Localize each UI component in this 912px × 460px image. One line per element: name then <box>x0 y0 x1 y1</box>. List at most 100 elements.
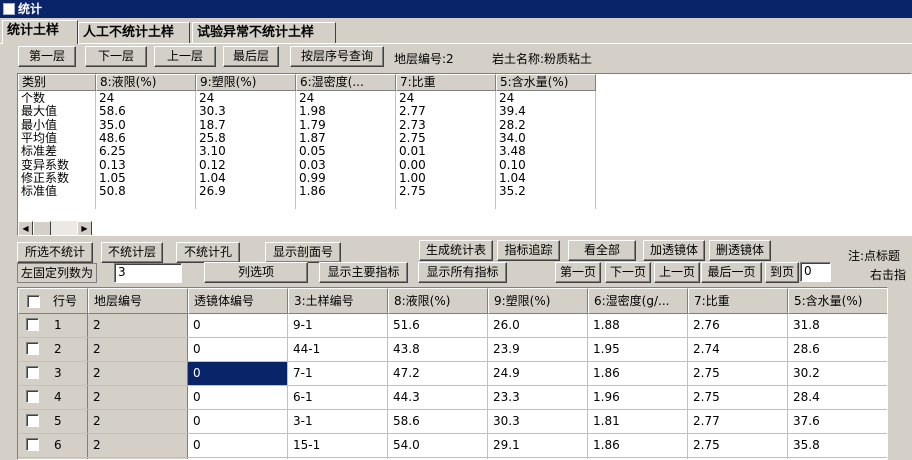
cell-wet-density[interactable]: 1.86 <box>588 434 688 457</box>
cell-water-content[interactable]: 28.6 <box>788 338 887 361</box>
cell-row-number[interactable]: 5 <box>18 410 88 433</box>
prev-page-button[interactable]: 上一页 <box>654 262 700 283</box>
stat-header-category[interactable]: 类别 <box>18 74 96 91</box>
cell-row-number[interactable]: 6 <box>18 434 88 457</box>
goto-page-button[interactable]: 到页 <box>765 262 799 283</box>
grid-header-layer-number[interactable]: 地层编号 <box>88 288 188 314</box>
index-trace-button[interactable]: 指标追踪 <box>497 240 560 261</box>
stat-header-liquid-limit[interactable]: 8:液限(%) <box>96 74 196 91</box>
cell-water-content[interactable]: 28.4 <box>788 386 887 409</box>
exclude-hole-button[interactable]: 不统计孔 <box>176 242 240 263</box>
cell-plastic-limit[interactable]: 30.3 <box>488 410 588 433</box>
grid-header-lens-number[interactable]: 透镜体编号 <box>188 288 288 314</box>
show-section-button[interactable]: 显示剖面号 <box>265 242 341 263</box>
statistics-table[interactable]: 类别 8:液限(%) 9:塑限(%) 6:湿密度(... 7:比重 5:含水量(… <box>17 73 912 236</box>
fixed-columns-input[interactable]: 3 <box>114 263 182 283</box>
cell-specific-gravity[interactable]: 2.75 <box>688 434 788 457</box>
cell-wet-density[interactable]: 1.96 <box>588 386 688 409</box>
stat-horizontal-scrollbar[interactable]: ◀ ▶ <box>18 221 92 235</box>
cell-sample-number[interactable]: 15-1 <box>288 434 388 457</box>
cell-lens-number[interactable]: 0 <box>188 338 288 361</box>
cell-lens-number[interactable]: 0 <box>188 410 288 433</box>
cell-liquid-limit[interactable]: 47.2 <box>388 362 488 385</box>
table-row[interactable]: 5 2 0 3-1 58.6 30.3 1.81 2.77 37.6 <box>18 410 887 434</box>
row-checkbox[interactable] <box>26 342 39 355</box>
cell-sample-number[interactable]: 44-1 <box>288 338 388 361</box>
stat-header-specific-gravity[interactable]: 7:比重 <box>396 74 496 91</box>
cell-water-content[interactable]: 30.2 <box>788 362 887 385</box>
cell-specific-gravity[interactable]: 2.75 <box>688 362 788 385</box>
cell-plastic-limit[interactable]: 23.3 <box>488 386 588 409</box>
scroll-right-icon[interactable]: ▶ <box>77 221 92 235</box>
cell-water-content[interactable]: 35.8 <box>788 434 887 457</box>
next-page-button[interactable]: 下一页 <box>605 262 651 283</box>
cell-row-number[interactable]: 4 <box>18 386 88 409</box>
tab-test-abnormal-excluded[interactable]: 试验异常不统计土样 <box>192 22 336 44</box>
stat-header-water-content[interactable]: 5:含水量(%) <box>496 74 596 91</box>
table-row[interactable]: 1 2 0 9-1 51.6 26.0 1.88 2.76 31.8 <box>18 314 887 338</box>
cell-sample-number[interactable]: 6-1 <box>288 386 388 409</box>
row-checkbox[interactable] <box>26 318 39 331</box>
query-by-layer-button[interactable]: 按层序号查询 <box>290 46 384 67</box>
cell-specific-gravity[interactable]: 2.77 <box>688 410 788 433</box>
first-layer-button[interactable]: 第一层 <box>18 46 76 67</box>
tab-stat-samples[interactable]: 统计土样 <box>2 20 78 44</box>
first-page-button[interactable]: 第一页 <box>555 262 601 283</box>
cell-water-content[interactable]: 37.6 <box>788 410 887 433</box>
cell-row-number[interactable]: 1 <box>18 314 88 337</box>
scroll-thumb[interactable] <box>33 221 51 235</box>
row-checkbox[interactable] <box>26 366 39 379</box>
cell-sample-number[interactable]: 9-1 <box>288 314 388 337</box>
exclude-layer-button[interactable]: 不统计层 <box>101 242 163 263</box>
cell-layer-number[interactable]: 2 <box>88 338 188 361</box>
generate-stat-table-button[interactable]: 生成统计表 <box>419 240 493 261</box>
table-row[interactable]: 2 2 0 44-1 43.8 23.9 1.95 2.74 28.6 <box>18 338 887 362</box>
cell-liquid-limit[interactable]: 54.0 <box>388 434 488 457</box>
select-all-checkbox[interactable] <box>27 295 40 308</box>
cell-sample-number[interactable]: 3-1 <box>288 410 388 433</box>
prev-layer-button[interactable]: 上一层 <box>154 46 216 67</box>
cell-plastic-limit[interactable]: 24.9 <box>488 362 588 385</box>
cell-layer-number[interactable]: 2 <box>88 386 188 409</box>
cell-wet-density[interactable]: 1.95 <box>588 338 688 361</box>
page-number-input[interactable]: 0 <box>800 262 831 282</box>
cell-liquid-limit[interactable]: 43.8 <box>388 338 488 361</box>
grid-header-wet-density[interactable]: 6:湿密度(g/... <box>588 288 688 314</box>
row-checkbox[interactable] <box>26 390 39 403</box>
grid-header-row-number[interactable]: 行号 <box>18 288 88 314</box>
cell-layer-number[interactable]: 2 <box>88 314 188 337</box>
row-checkbox[interactable] <box>26 438 39 451</box>
select-exclude-button[interactable]: 所选不统计 <box>17 242 93 263</box>
cell-lens-number[interactable]: 0 <box>188 434 288 457</box>
grid-header-liquid-limit[interactable]: 8:液限(%) <box>388 288 488 314</box>
add-lens-button[interactable]: 加透镜体 <box>643 240 705 261</box>
cell-sample-number[interactable]: 7-1 <box>288 362 388 385</box>
cell-wet-density[interactable]: 1.88 <box>588 314 688 337</box>
show-all-indices-button[interactable]: 显示所有指标 <box>418 262 507 283</box>
cell-specific-gravity[interactable]: 2.76 <box>688 314 788 337</box>
cell-liquid-limit[interactable]: 44.3 <box>388 386 488 409</box>
cell-row-number[interactable]: 3 <box>18 362 88 385</box>
table-row[interactable]: 6 2 0 15-1 54.0 29.1 1.86 2.75 35.8 <box>18 434 887 458</box>
grid-header-plastic-limit[interactable]: 9:塑限(%) <box>488 288 588 314</box>
cell-specific-gravity[interactable]: 2.75 <box>688 386 788 409</box>
delete-lens-button[interactable]: 删透镜体 <box>709 240 771 261</box>
cell-specific-gravity[interactable]: 2.74 <box>688 338 788 361</box>
cell-lens-number[interactable]: 0 <box>188 386 288 409</box>
stat-header-wet-density[interactable]: 6:湿密度(... <box>296 74 396 91</box>
last-layer-button[interactable]: 最后层 <box>223 46 279 67</box>
cell-layer-number[interactable]: 2 <box>88 362 188 385</box>
cell-layer-number[interactable]: 2 <box>88 410 188 433</box>
cell-wet-density[interactable]: 1.81 <box>588 410 688 433</box>
cell-lens-number[interactable]: 0 <box>188 362 288 385</box>
grid-header-water-content[interactable]: 5:含水量(%) <box>788 288 887 314</box>
cell-liquid-limit[interactable]: 58.6 <box>388 410 488 433</box>
grid-header-sample-number[interactable]: 3:土样编号 <box>288 288 388 314</box>
view-all-button[interactable]: 看全部 <box>568 240 636 261</box>
grid-header-specific-gravity[interactable]: 7:比重 <box>688 288 788 314</box>
sample-data-grid[interactable]: 行号 地层编号 透镜体编号 3:土样编号 8:液限(%) 9:塑限(%) 6:湿… <box>17 287 888 460</box>
cell-wet-density[interactable]: 1.86 <box>588 362 688 385</box>
cell-plastic-limit[interactable]: 23.9 <box>488 338 588 361</box>
tab-manual-excluded[interactable]: 人工不统计土样 <box>78 22 190 44</box>
cell-plastic-limit[interactable]: 29.1 <box>488 434 588 457</box>
